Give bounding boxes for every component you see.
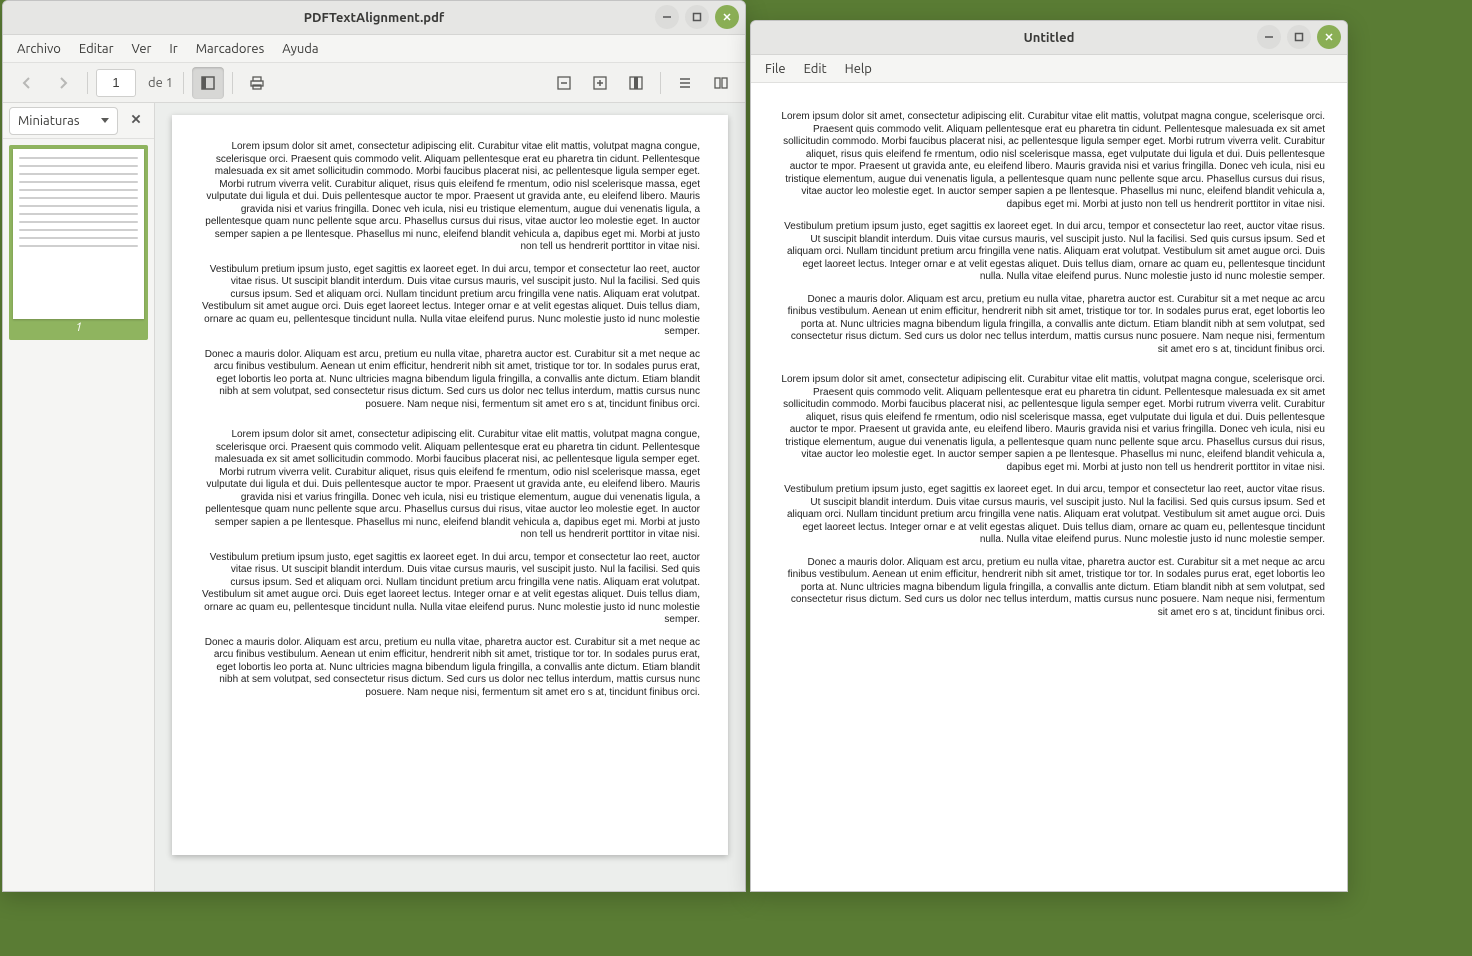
paragraph: Vestibulum pretium ipsum justo, eget sag…	[200, 264, 700, 339]
toolbar-separator	[232, 72, 233, 94]
zoom-out-button[interactable]	[548, 67, 580, 99]
editor-window-title: Untitled	[1024, 31, 1075, 45]
menu-help[interactable]: Help	[837, 59, 880, 79]
nav-forward-button[interactable]	[47, 67, 79, 99]
paragraph: Donec a mauris dolor. Aliquam est arcu, …	[779, 294, 1325, 357]
close-button[interactable]	[1317, 25, 1341, 49]
paragraph: Vestibulum pretium ipsum justo, eget sag…	[779, 221, 1325, 284]
chevron-down-icon	[101, 118, 109, 123]
close-button[interactable]	[715, 5, 739, 29]
pdf-toolbar: de 1	[3, 63, 745, 103]
pdf-window-title: PDFTextAlignment.pdf	[304, 11, 445, 25]
editor-content[interactable]: Lorem ipsum dolor sit amet, consectetur …	[751, 83, 1347, 891]
paragraph: Lorem ipsum dolor sit amet, consectetur …	[200, 141, 700, 254]
minimize-button[interactable]	[655, 5, 679, 29]
paragraph: Lorem ipsum dolor sit amet, consectetur …	[779, 374, 1325, 474]
toolbar-separator	[87, 72, 88, 94]
paragraph: Vestibulum pretium ipsum justo, eget sag…	[779, 484, 1325, 547]
nav-back-button[interactable]	[11, 67, 43, 99]
print-button[interactable]	[241, 67, 273, 99]
menu-edit[interactable]: Edit	[796, 59, 835, 79]
page-number-input[interactable]	[96, 69, 136, 97]
pdf-menubar: Archivo Editar Ver Ir Marcadores Ayuda	[3, 35, 745, 63]
paragraph: Donec a mauris dolor. Aliquam est arcu, …	[200, 637, 700, 700]
paragraph: Donec a mauris dolor. Aliquam est arcu, …	[779, 557, 1325, 620]
thumbnail-number: 1	[13, 319, 144, 336]
editor-titlebar[interactable]: Untitled	[751, 21, 1347, 55]
pdf-window-controls	[655, 5, 739, 29]
menu-view[interactable]: Ver	[124, 39, 160, 59]
paragraph: Vestibulum pretium ipsum justo, eget sag…	[200, 552, 700, 627]
menu-go[interactable]: Ir	[161, 39, 185, 59]
menu-edit[interactable]: Editar	[71, 39, 122, 59]
view-options-button[interactable]	[669, 67, 701, 99]
fit-page-button[interactable]	[620, 67, 652, 99]
editor-window-controls	[1257, 25, 1341, 49]
dual-page-button[interactable]	[705, 67, 737, 99]
pdf-body: Miniaturas 1	[3, 103, 745, 891]
maximize-button[interactable]	[1287, 25, 1311, 49]
minimize-button[interactable]	[1257, 25, 1281, 49]
side-mode-label: Miniaturas	[18, 114, 80, 128]
menu-help[interactable]: Ayuda	[274, 39, 326, 59]
side-pane-header: Miniaturas	[3, 103, 154, 139]
paragraph: Donec a mauris dolor. Aliquam est arcu, …	[200, 349, 700, 412]
pdf-page: Lorem ipsum dolor sit amet, consectetur …	[172, 115, 728, 855]
document-viewport[interactable]: Lorem ipsum dolor sit amet, consectetur …	[155, 103, 745, 891]
toolbar-separator	[660, 72, 661, 94]
paragraph: Lorem ipsum dolor sit amet, consectetur …	[779, 111, 1325, 211]
thumbnails-list[interactable]: 1	[3, 139, 154, 891]
pdf-viewer-window: PDFTextAlignment.pdf Archivo Editar Ver …	[2, 0, 746, 892]
menu-file[interactable]: Archivo	[9, 39, 69, 59]
thumbnails-pane: Miniaturas 1	[3, 103, 155, 891]
pdf-titlebar[interactable]: PDFTextAlignment.pdf	[3, 1, 745, 35]
menu-file[interactable]: File	[757, 59, 794, 79]
text-editor-window: Untitled File Edit Help Lorem ipsum dolo…	[750, 20, 1348, 892]
close-sidepane-button[interactable]	[122, 107, 150, 135]
paragraph: Lorem ipsum dolor sit amet, consectetur …	[200, 429, 700, 542]
sidebar-toggle-button[interactable]	[192, 67, 224, 99]
editor-menubar: File Edit Help	[751, 55, 1347, 83]
page-count-label: de 1	[140, 76, 175, 90]
toolbar-separator	[183, 72, 184, 94]
thumbnail-item[interactable]: 1	[9, 145, 148, 340]
side-mode-select[interactable]: Miniaturas	[9, 107, 118, 135]
zoom-in-button[interactable]	[584, 67, 616, 99]
thumbnail-preview	[13, 149, 144, 319]
maximize-button[interactable]	[685, 5, 709, 29]
menu-bookmarks[interactable]: Marcadores	[188, 39, 273, 59]
